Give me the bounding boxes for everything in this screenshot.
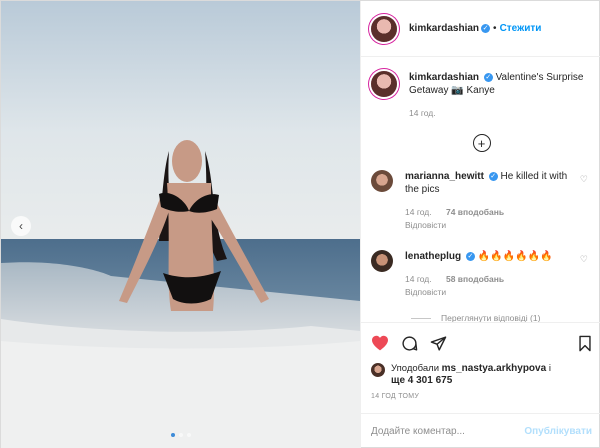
- verified-icon: ✓: [483, 72, 493, 82]
- verified-icon: ✓: [488, 171, 498, 181]
- view-replies-button[interactable]: Переглянути відповіді (1): [411, 313, 600, 322]
- post-side-panel: kimkardashian ✓ • Стежити kimkardashian …: [360, 1, 600, 448]
- comment-like-heart-icon[interactable]: ♡: [580, 174, 588, 185]
- post-actions: Уподобали ms_nastya.arkhypova і ще 4 301…: [361, 322, 600, 400]
- bookmark-icon[interactable]: [578, 335, 592, 352]
- post-photo[interactable]: ‹: [1, 1, 360, 448]
- beach-photo: [1, 1, 360, 448]
- carousel-indicator: [1, 433, 360, 437]
- carousel-dot: [178, 433, 183, 437]
- post-caption: kimkardashian ✓ Valentine's Surprise Get…: [361, 57, 600, 120]
- share-paper-plane-icon[interactable]: [430, 335, 447, 352]
- carousel-prev-button[interactable]: ‹: [11, 216, 31, 236]
- comment-like-heart-icon[interactable]: ♡: [580, 254, 588, 265]
- likes-count[interactable]: ще 4 301 675: [391, 375, 452, 386]
- author-username[interactable]: kimkardashian: [409, 23, 479, 34]
- comments-list[interactable]: kimkardashian ✓ Valentine's Surprise Get…: [361, 57, 600, 322]
- likes-prefix: Уподобали: [391, 363, 440, 374]
- comment-input[interactable]: [371, 426, 525, 437]
- verified-icon: ✓: [465, 251, 475, 261]
- likes-summary: Уподобали ms_nastya.arkhypova і ще 4 301…: [371, 363, 592, 387]
- header-separator: •: [493, 23, 497, 34]
- comment-likes[interactable]: 74 вподобань: [446, 207, 504, 217]
- caption-author[interactable]: kimkardashian: [409, 72, 479, 83]
- chevron-left-icon: ‹: [19, 219, 23, 233]
- liker-avatar[interactable]: [371, 363, 385, 377]
- commenter-avatar[interactable]: [371, 250, 393, 272]
- comment-text: 🔥🔥🔥🔥🔥🔥: [477, 251, 553, 262]
- comment-author[interactable]: lenatheplug: [405, 251, 461, 262]
- instagram-post: ‹ kimkardashian ✓ • Стежити kimkardashia…: [0, 0, 600, 448]
- verified-icon: ✓: [481, 24, 491, 33]
- comment: lenatheplug ✓ 🔥🔥🔥🔥🔥🔥 14 год. 58 вподобан…: [361, 232, 600, 299]
- carousel-dot: [186, 433, 191, 437]
- follow-button[interactable]: Стежити: [500, 23, 542, 34]
- carousel-dot: [170, 433, 175, 437]
- reply-button[interactable]: Відповісти: [405, 287, 446, 297]
- comment-likes[interactable]: 58 вподобань: [446, 274, 504, 284]
- comment-icon[interactable]: [401, 335, 418, 352]
- replies-divider: [411, 317, 431, 319]
- caption-time[interactable]: 14 год.: [409, 108, 436, 118]
- post-timestamp[interactable]: 14 год тому: [371, 393, 592, 400]
- add-comment-bar: Опублікувати: [361, 413, 600, 448]
- like-heart-icon[interactable]: [371, 335, 389, 351]
- load-more-comments[interactable]: +: [361, 134, 600, 152]
- comment: marianna_hewitt ✓ He killed it with the …: [361, 152, 600, 232]
- post-header: kimkardashian ✓ • Стежити: [361, 1, 600, 57]
- view-replies-label[interactable]: Переглянути відповіді (1): [441, 313, 540, 322]
- commenter-avatar[interactable]: [371, 170, 393, 192]
- publish-button[interactable]: Опублікувати: [524, 426, 592, 437]
- comment-author[interactable]: marianna_hewitt: [405, 171, 484, 182]
- plus-circle-icon[interactable]: +: [472, 134, 491, 152]
- liker-username[interactable]: ms_nastya.arkhypova: [442, 363, 547, 374]
- comment-time[interactable]: 14 год.: [405, 274, 432, 284]
- likes-suffix: і: [548, 363, 551, 374]
- reply-button[interactable]: Відповісти: [405, 220, 446, 230]
- author-avatar[interactable]: [371, 15, 397, 42]
- comment-time[interactable]: 14 год.: [405, 207, 432, 217]
- caption-author-avatar[interactable]: [371, 71, 397, 97]
